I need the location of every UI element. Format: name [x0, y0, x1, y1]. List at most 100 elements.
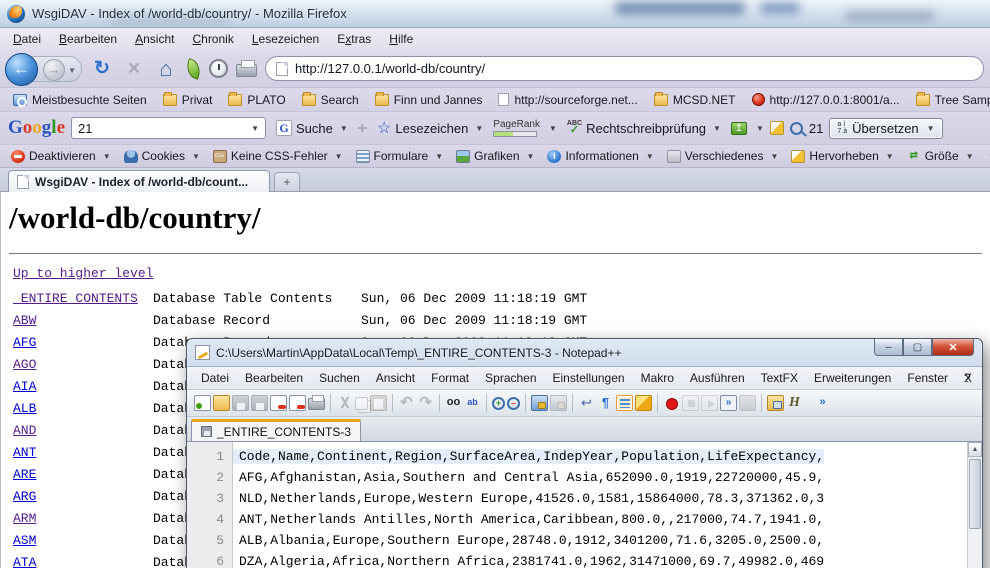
pagerank-widget[interactable]: PageRank	[493, 120, 540, 137]
entry-link[interactable]: ARM	[13, 511, 153, 526]
notepad-editor[interactable]: 1 Code,Name,Continent,Region,SurfaceArea…	[187, 441, 982, 568]
line-text[interactable]: ALB,Albania,Europe,Southern Europe,28748…	[233, 533, 824, 548]
entry-link[interactable]: ARE	[13, 467, 153, 482]
line-text[interactable]: ANT,Netherlands Antilles,North America,C…	[233, 512, 824, 527]
leaf-addon-icon[interactable]	[184, 58, 204, 80]
dropdown-icon[interactable]: ▼	[435, 152, 443, 161]
url-bar[interactable]: http://127.0.0.1/world-db/country/	[265, 56, 984, 81]
bookmark-item[interactable]: http://127.0.0.1:8001/a...	[745, 91, 907, 109]
toolbar-icon[interactable]	[251, 395, 268, 411]
google-search-box[interactable]: 21 ▼	[71, 117, 266, 139]
toolbar-icon[interactable]	[308, 398, 325, 410]
toolbar-icon[interactable]	[289, 395, 306, 411]
menu-item[interactable]: Fenster	[899, 368, 956, 388]
bookmark-item[interactable]: PLATO	[221, 91, 292, 109]
menu-item[interactable]: Format	[423, 368, 477, 388]
toolbar-icon[interactable]	[701, 395, 718, 411]
menu-item[interactable]: Datei	[193, 368, 237, 388]
toolbar-icon[interactable]: H	[786, 395, 803, 411]
menu-item[interactable]: Bearbeiten	[237, 368, 311, 388]
toolbar-icon[interactable]: oo	[445, 395, 462, 411]
toolbar-icon[interactable]	[635, 395, 652, 411]
toolbar-icon[interactable]: –	[507, 397, 520, 410]
back-button[interactable]: ←	[5, 53, 38, 86]
dropdown-icon[interactable]: ▼	[103, 152, 111, 161]
toolbar-icon[interactable]	[336, 395, 353, 411]
menu-item[interactable]: Erweiterungen	[806, 368, 899, 388]
dropdown-icon[interactable]: ▼	[527, 152, 535, 161]
toolbar-icon[interactable]: »	[814, 395, 831, 411]
webdev-item[interactable]: Formulare ▼	[350, 147, 450, 165]
toolbar-icon[interactable]	[194, 395, 211, 411]
new-tab-button[interactable]: +	[274, 172, 300, 191]
editor-line[interactable]: 1 Code,Name,Continent,Region,SurfaceArea…	[187, 446, 982, 467]
entry-link[interactable]: ABW	[13, 313, 153, 328]
forward-button[interactable]: →	[43, 59, 65, 81]
webdev-item[interactable]: i Informationen ▼	[541, 147, 659, 165]
entry-link[interactable]: AGO	[13, 357, 153, 372]
close-button[interactable]: ✕	[932, 339, 974, 356]
webdev-item[interactable]: Hervorheben ▼	[785, 147, 899, 165]
scrollbar-thumb[interactable]	[969, 459, 981, 529]
bookmark-item[interactable]: Privat	[156, 91, 220, 109]
menu-item[interactable]: Makro	[633, 368, 682, 388]
line-text[interactable]: NLD,Netherlands,Europe,Western Europe,41…	[233, 491, 824, 506]
dropdown-icon[interactable]: ▼	[549, 124, 557, 133]
toolbar-icon[interactable]	[232, 395, 249, 411]
scroll-up-arrow[interactable]: ▲	[968, 442, 982, 457]
bookmark-item[interactable]: Finn und Jannes	[368, 91, 490, 109]
document-tab[interactable]: _ENTIRE_CONTENTS-3	[191, 419, 361, 441]
toolbar-icon[interactable]: ↶	[398, 395, 415, 411]
entry-link[interactable]: ATA	[13, 555, 153, 568]
google-search-value[interactable]: 21	[78, 121, 92, 136]
spellcheck-button[interactable]: ABC ✓ Rechtschreibprüfung ▼	[563, 118, 725, 138]
entry-link[interactable]: ARG	[13, 489, 153, 504]
line-text[interactable]: Code,Name,Continent,Region,SurfaceArea,I…	[233, 449, 824, 464]
menu-item[interactable]: Chronik	[183, 29, 242, 49]
dropdown-icon[interactable]: ▼	[886, 152, 894, 161]
menu-item[interactable]: Datei	[4, 29, 50, 49]
google-bookmarks-button[interactable]: ☆ Lesezeichen ▼	[373, 116, 487, 140]
toolbar-icon[interactable]	[355, 397, 368, 410]
dropdown-icon[interactable]: ▼	[475, 124, 483, 133]
toolbar-icon[interactable]	[739, 395, 756, 411]
webdev-item[interactable]: Keine CSS-Fehler ▼	[207, 147, 349, 165]
dropdown-icon[interactable]: ▼	[927, 124, 935, 133]
url-text[interactable]: http://127.0.0.1/world-db/country/	[295, 61, 485, 76]
minimize-button[interactable]: –	[874, 339, 903, 356]
menu-item[interactable]: Suchen	[311, 368, 368, 388]
toolbar-icon[interactable]	[767, 395, 784, 411]
toolbar-icon[interactable]	[531, 395, 548, 411]
dropdown-icon[interactable]: ▼	[646, 152, 654, 161]
bookmark-item[interactable]: MCSD.NET	[647, 91, 743, 109]
toolbar-icon[interactable]	[370, 395, 387, 411]
zoom-magnifier-icon[interactable]	[790, 122, 803, 135]
webdev-item[interactable]: ⇄ Größe ▼	[901, 147, 980, 165]
menu-item[interactable]: Ansicht	[368, 368, 423, 388]
menu-item[interactable]: Ausführen	[682, 368, 753, 388]
menu-item[interactable]: Extras	[328, 29, 380, 49]
send-to-folder-icon[interactable]: ↥	[731, 122, 747, 135]
maximize-button[interactable]: ▢	[903, 339, 932, 356]
menu-item[interactable]: TextFX	[753, 368, 806, 388]
print-button[interactable]	[236, 64, 257, 77]
webdev-item[interactable]: Deaktivieren ▼	[5, 147, 117, 165]
entry-link[interactable]: AND	[13, 423, 153, 438]
entry-link[interactable]: ASM	[13, 533, 153, 548]
webdev-item[interactable]: Verschiedenes ▼	[661, 147, 785, 165]
editor-line[interactable]: 6 DZA,Algeria,Africa,Northern Africa,238…	[187, 551, 982, 568]
translate-button[interactable]: aí 7à Übersetzen ▼	[829, 118, 942, 139]
menu-item[interactable]: Sprachen	[477, 368, 544, 388]
browser-tab[interactable]: WsgiDAV - Index of /world-db/count...	[8, 170, 270, 192]
toolbar-icon[interactable]	[663, 395, 680, 411]
highlighter-icon[interactable]	[770, 121, 784, 135]
editor-line[interactable]: 4 ANT,Netherlands Antilles,North America…	[187, 509, 982, 530]
menu-item[interactable]: Einstellungen	[545, 368, 633, 388]
entry-link[interactable]: AIA	[13, 379, 153, 394]
bookmark-item[interactable]: http://sourceforge.net...	[491, 91, 644, 109]
toolbar-icon[interactable]: ¶	[597, 395, 614, 411]
reload-button[interactable]: ↻	[90, 56, 114, 82]
entry-link[interactable]: ALB	[13, 401, 153, 416]
editor-line[interactable]: 5 ALB,Albania,Europe,Southern Europe,287…	[187, 530, 982, 551]
entry-link[interactable]: ANT	[13, 445, 153, 460]
